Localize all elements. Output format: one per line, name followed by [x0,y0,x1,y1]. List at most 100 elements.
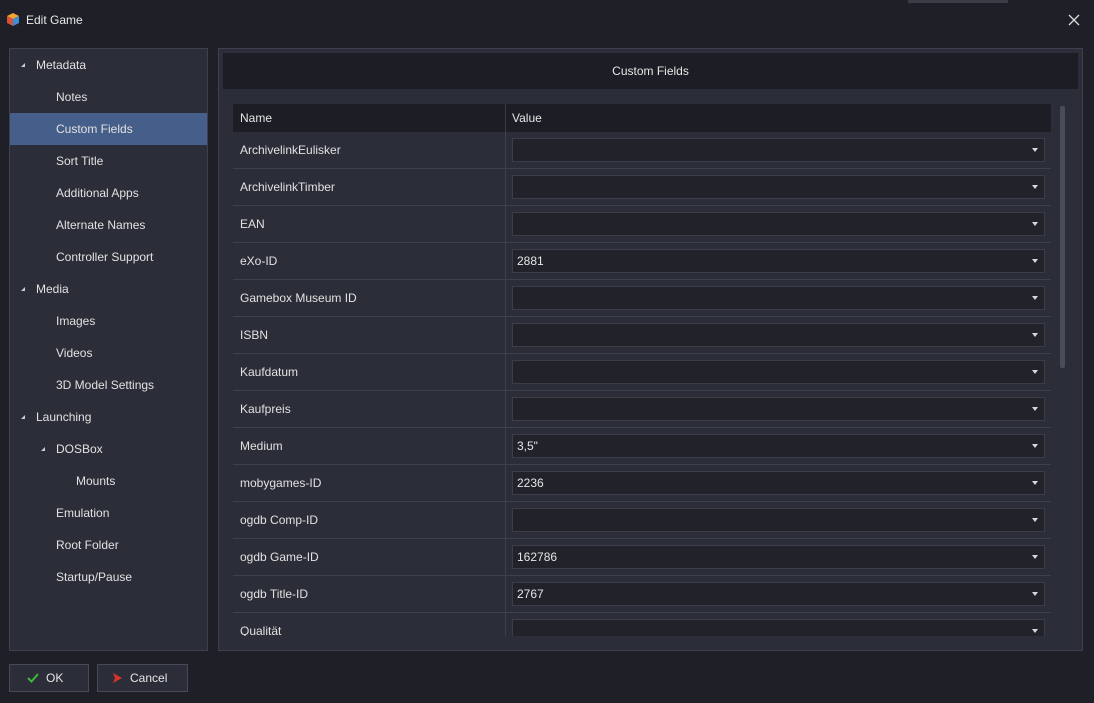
sidebar-item-videos[interactable]: Videos [10,337,207,369]
field-value-combobox[interactable] [512,138,1045,162]
sidebar-item-label: Root Folder [56,538,119,552]
field-value-combobox[interactable] [512,286,1045,310]
chevron-down-icon[interactable] [1032,444,1038,448]
chevron-down-icon[interactable] [1032,296,1038,300]
table-row: ArchivelinkEulisker [233,132,1051,169]
chevron-down-icon[interactable] [1032,333,1038,337]
table-row: Kaufpreis [233,391,1051,428]
sidebar-item-custom-fields[interactable]: Custom Fields [10,113,207,145]
field-value-combobox[interactable] [512,212,1045,236]
chevron-down-icon[interactable] [1032,629,1038,633]
cancel-icon [113,673,122,683]
cell-separator [505,354,506,390]
sidebar-item-label: DOSBox [56,442,103,456]
expanded-triangle-icon[interactable] [19,285,27,293]
sidebar-item-media[interactable]: Media [10,273,207,305]
field-value: 2767 [517,587,544,601]
field-value-combobox[interactable] [512,619,1045,636]
table-row: Kaufdatum [233,354,1051,391]
title-bar-accent [908,0,1008,3]
sidebar-item-label: 3D Model Settings [56,378,155,392]
table-row: ogdb Comp-ID [233,502,1051,539]
chevron-down-icon[interactable] [1032,592,1038,596]
sidebar-item-label: Controller Support [56,250,154,264]
table-row: ISBN [233,317,1051,354]
cancel-button[interactable]: Cancel [97,664,188,692]
field-value: 2236 [517,476,544,490]
sidebar-item-dosbox[interactable]: DOSBox [10,433,207,465]
grid-header: Name Value [233,104,1051,132]
sidebar-item-metadata[interactable]: Metadata [10,49,207,81]
chevron-down-icon[interactable] [1032,555,1038,559]
chevron-down-icon[interactable] [1032,259,1038,263]
chevron-down-icon[interactable] [1032,148,1038,152]
sidebar-item-root-folder[interactable]: Root Folder [10,529,207,561]
field-value-combobox[interactable] [512,360,1045,384]
sidebar-item-notes[interactable]: Notes [10,81,207,113]
column-header-name[interactable]: Name [240,104,272,132]
sidebar-item-label: Additional Apps [56,186,139,200]
field-value-combobox[interactable]: 2236 [512,471,1045,495]
expanded-triangle-icon[interactable] [39,445,47,453]
close-icon [1068,14,1080,26]
field-value-combobox[interactable]: 2881 [512,249,1045,273]
expanded-triangle-icon[interactable] [19,413,27,421]
chevron-down-icon[interactable] [1032,222,1038,226]
field-value-combobox[interactable]: 3,5" [512,434,1045,458]
sidebar-item-alternate-names[interactable]: Alternate Names [10,209,207,241]
cell-separator [505,576,506,612]
field-name: ogdb Comp-ID [240,513,319,527]
column-separator[interactable] [505,104,506,132]
field-name: Kaufpreis [240,402,291,416]
section-header: Custom Fields [223,53,1078,89]
window-title: Edit Game [26,13,83,27]
chevron-down-icon[interactable] [1032,481,1038,485]
cell-separator [505,539,506,575]
chevron-down-icon[interactable] [1032,185,1038,189]
field-value-combobox[interactable] [512,323,1045,347]
field-value-combobox[interactable] [512,508,1045,532]
field-value-combobox[interactable] [512,175,1045,199]
field-value-combobox[interactable]: 2767 [512,582,1045,606]
close-button[interactable] [1062,8,1086,32]
field-name: ArchivelinkEulisker [240,143,341,157]
sidebar-item-label: Alternate Names [56,218,146,232]
cell-separator [505,465,506,501]
cell-separator [505,502,506,538]
field-name: ogdb Title-ID [240,587,309,601]
cell-separator [505,169,506,205]
sidebar-item-label: Videos [56,346,93,360]
cell-separator [505,317,506,353]
chevron-down-icon[interactable] [1032,518,1038,522]
chevron-down-icon[interactable] [1032,407,1038,411]
vertical-scrollbar[interactable] [1059,104,1067,636]
title-bar: Edit Game [0,0,1094,40]
sidebar-item-launching[interactable]: Launching [10,401,207,433]
sidebar-item-3d-model-settings[interactable]: 3D Model Settings [10,369,207,401]
sidebar-item-label: Images [56,314,96,328]
sidebar-item-controller-support[interactable]: Controller Support [10,241,207,273]
sidebar-item-additional-apps[interactable]: Additional Apps [10,177,207,209]
sidebar-item-images[interactable]: Images [10,305,207,337]
sidebar-item-emulation[interactable]: Emulation [10,497,207,529]
expanded-triangle-icon[interactable] [19,61,27,69]
sidebar-item-mounts[interactable]: Mounts [10,465,207,497]
chevron-down-icon[interactable] [1032,370,1038,374]
field-name: eXo-ID [240,254,278,268]
field-name: Gamebox Museum ID [240,291,357,305]
sidebar-item-startup-pause[interactable]: Startup/Pause [10,561,207,593]
field-value-combobox[interactable]: 162786 [512,545,1045,569]
sidebar-item-sort-title[interactable]: Sort Title [10,145,207,177]
cell-separator [505,428,506,464]
column-header-value[interactable]: Value [512,104,542,132]
main-panel: Custom Fields Name Value ArchivelinkEuli… [218,48,1083,651]
ok-button[interactable]: OK [9,664,89,692]
table-row: ogdb Game-ID 162786 [233,539,1051,576]
scrollbar-thumb[interactable] [1060,106,1065,368]
sidebar-item-label: Metadata [36,58,87,72]
sidebar-item-label: Mounts [76,474,116,488]
field-value-combobox[interactable] [512,397,1045,421]
field-name: ISBN [240,328,269,342]
sidebar-item-label: Custom Fields [56,122,133,136]
field-name: ArchivelinkTimber [240,180,335,194]
